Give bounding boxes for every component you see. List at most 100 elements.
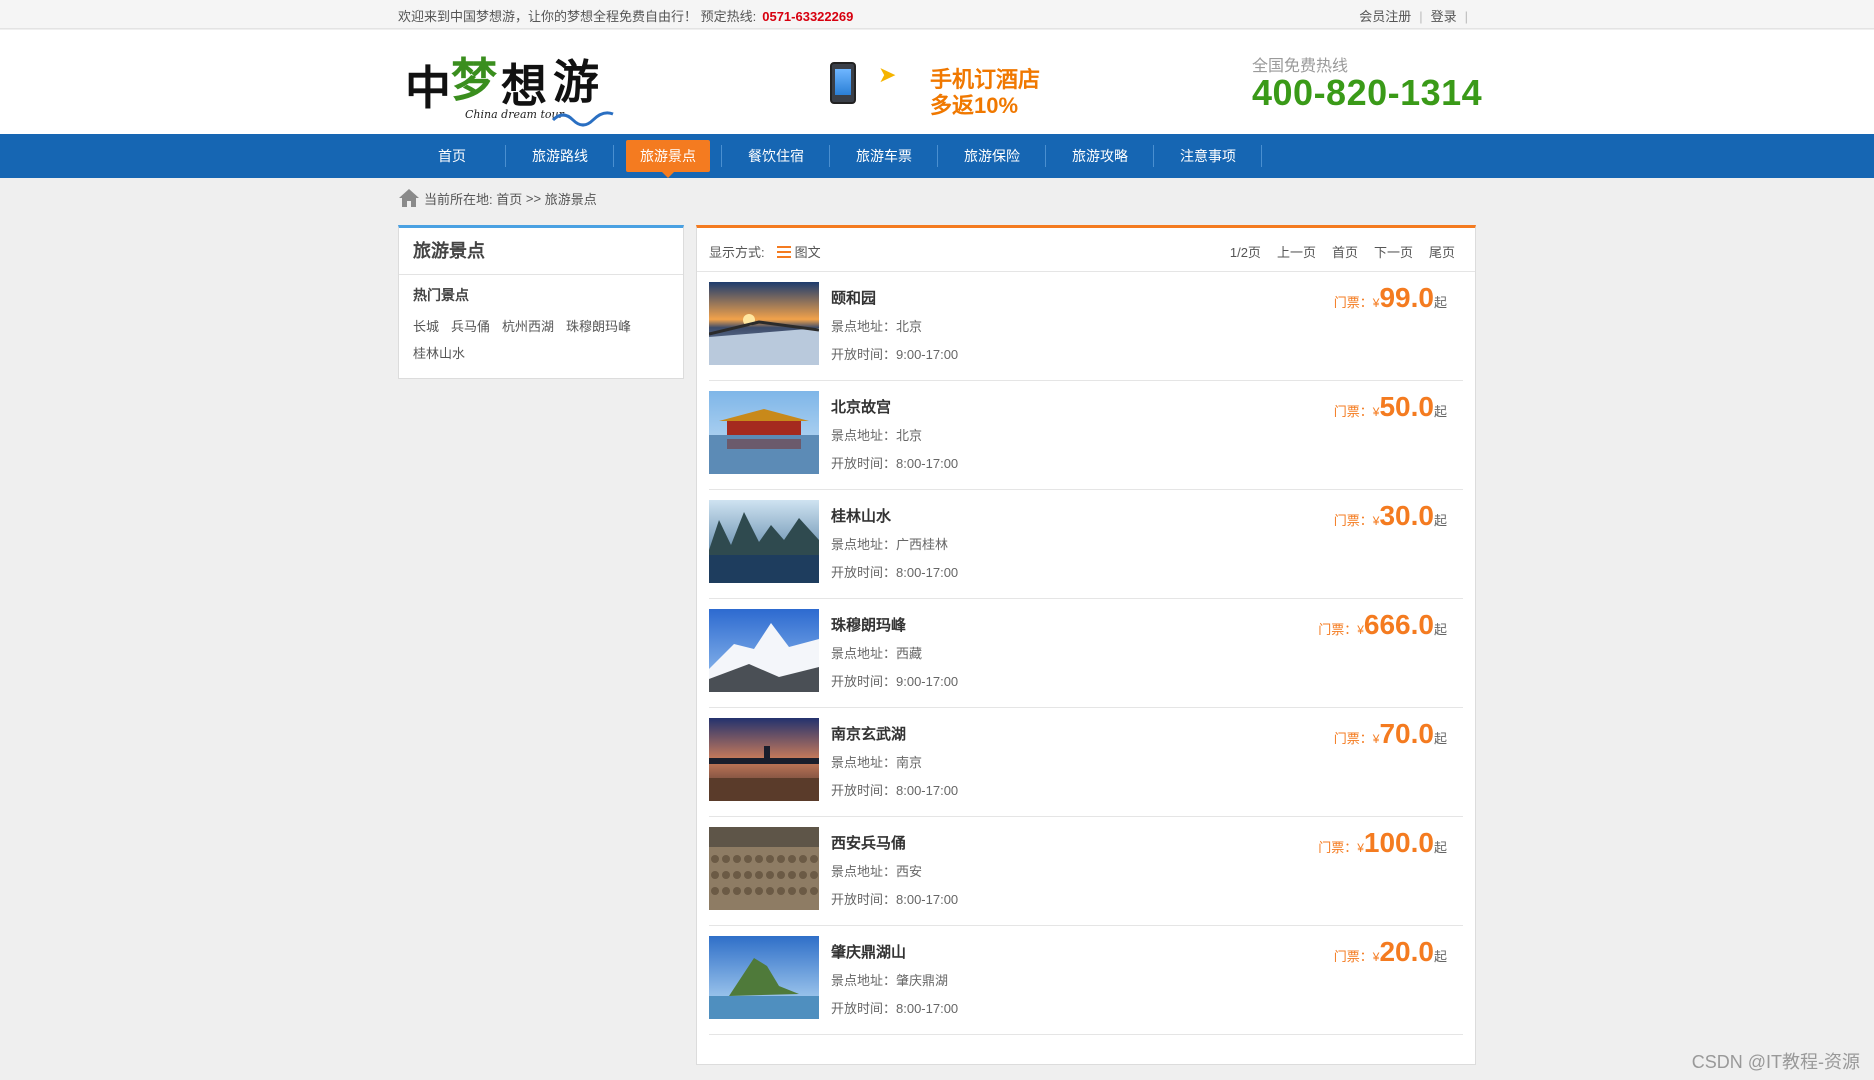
- price-currency: ¥: [1357, 623, 1364, 637]
- breadcrumb-home[interactable]: 首页: [496, 189, 522, 208]
- nav-item-label: 旅游景点: [626, 140, 710, 178]
- spot-address: 景点地址：南京: [831, 755, 923, 770]
- nav-item[interactable]: 旅游路线: [506, 134, 614, 178]
- nav-item[interactable]: 旅游保险: [938, 134, 1046, 178]
- login-link[interactable]: 登录: [1431, 9, 1457, 24]
- next-page-link[interactable]: 下一页: [1374, 242, 1413, 261]
- mobile-promo-banner[interactable]: ➤ 手机订酒店 多返10%: [820, 58, 1040, 118]
- nav-item[interactable]: 注意事项: [1154, 134, 1262, 178]
- spot-address: 景点地址：西安: [831, 864, 923, 879]
- booking-hotline: 0571-63322269: [762, 9, 854, 24]
- spot-hours: 开放时间：8:00-17:00: [831, 1001, 959, 1016]
- spot-list-item: 西安兵马俑 景点地址：西安 开放时间：8:00-17:00 门票：¥100.0起: [709, 817, 1463, 926]
- price-label: 门票：: [1318, 622, 1358, 637]
- price-suffix: 起: [1433, 949, 1447, 964]
- user-links: 会员注册 | 登录 |: [1359, 6, 1476, 25]
- main-nav: 首页 旅游路线 旅游景点 餐饮住宿 旅游车票 旅游保险 旅游攻略 注意事项: [0, 134, 1874, 178]
- price-suffix: 起: [1433, 622, 1447, 637]
- price-suffix: 起: [1433, 840, 1447, 855]
- price-value: 99.0: [1379, 282, 1434, 313]
- price-label: 门票：: [1333, 404, 1373, 419]
- price-suffix: 起: [1433, 731, 1447, 746]
- nav-item-label: 首页: [438, 148, 466, 164]
- breadcrumb-prefix: 当前所在地:: [424, 191, 493, 207]
- top-bar: 欢迎来到中国梦想游，让你的梦想全程免费自由行！ 预定热线: 0571-633222…: [0, 0, 1874, 29]
- page-info: 1/2页: [1229, 245, 1261, 260]
- phone-icon: [830, 62, 856, 104]
- nav-item[interactable]: 旅游景点: [614, 134, 722, 178]
- nav-item-label: 旅游路线: [532, 148, 588, 164]
- spot-list-item: 肇庆鼎湖山景点地址：肇庆鼎湖 开放时间：8:00-17:00 门票：¥20.0起: [709, 926, 1463, 1035]
- spot-hours: 开放时间：8:00-17:00: [831, 783, 959, 798]
- nav-item[interactable]: 旅游攻略: [1046, 134, 1154, 178]
- price-label: 门票：: [1318, 840, 1358, 855]
- welcome-message: 欢迎来到中国梦想游，让你的梦想全程免费自由行！ 预定热线:: [398, 9, 757, 24]
- spot-thumbnail[interactable]: [709, 500, 819, 583]
- price-value: 30.0: [1379, 500, 1434, 531]
- nav-item-label: 旅游保险: [964, 148, 1020, 164]
- spot-name-link[interactable]: 珠穆朗玛峰: [831, 614, 906, 635]
- spot-thumbnail[interactable]: [709, 282, 819, 365]
- register-link[interactable]: 会员注册: [1359, 9, 1411, 24]
- spot-thumbnail[interactable]: [709, 391, 819, 474]
- price-suffix: 起: [1433, 513, 1447, 528]
- link-separator: |: [1419, 9, 1423, 24]
- price-currency: ¥: [1357, 841, 1364, 855]
- spot-list-item: 北京故宫 景点地址：北京 开放时间：8:00-17:00 门票：¥50.0起: [709, 381, 1463, 490]
- nav-item-label: 注意事项: [1180, 148, 1236, 164]
- nav-item[interactable]: 旅游车票: [830, 134, 938, 178]
- spot-name-link[interactable]: 北京故宫: [831, 396, 891, 417]
- nav-item-label: 旅游车票: [856, 148, 912, 164]
- spot-address: 景点地址：西藏: [831, 646, 923, 661]
- price-value: 20.0: [1379, 936, 1434, 967]
- spot-address: 景点地址：肇庆鼎湖: [831, 973, 949, 988]
- spot-thumbnail[interactable]: [709, 609, 819, 692]
- spot-list: 颐和园 景点地址：北京 开放时间：9:00-17:00 门票：¥99.0起 北京故宫 景点…: [697, 272, 1475, 1035]
- spot-name-link[interactable]: 颐和园: [831, 287, 876, 308]
- spot-price: 门票：¥50.0起: [1334, 391, 1447, 423]
- spot-thumbnail[interactable]: [709, 936, 819, 1019]
- nav-item[interactable]: 首页: [398, 134, 506, 178]
- price-suffix: 起: [1433, 295, 1447, 310]
- hot-spot-tag[interactable]: 珠穆朗玛峰: [566, 313, 631, 340]
- nav-list: 首页 旅游路线 旅游景点 餐饮住宿 旅游车票 旅游保险 旅游攻略 注意事项: [398, 134, 1262, 178]
- spot-address: 景点地址：北京: [831, 428, 923, 443]
- link-separator: |: [1464, 9, 1468, 24]
- hot-spot-tag[interactable]: 杭州西湖: [502, 313, 554, 340]
- spot-hours: 开放时间：8:00-17:00: [831, 892, 959, 907]
- last-page-link[interactable]: 尾页: [1429, 242, 1455, 261]
- spot-name-link[interactable]: 桂林山水: [831, 505, 891, 526]
- site-header: 中 梦 想 游 China dream tour ➤ 手机订酒店 多返10% 全…: [0, 30, 1874, 134]
- spot-price: 门票：¥20.0起: [1334, 936, 1447, 968]
- nav-item-label: 旅游攻略: [1072, 148, 1128, 164]
- first-page-link[interactable]: 首页: [1332, 242, 1358, 261]
- spot-name-link[interactable]: 肇庆鼎湖山: [831, 941, 906, 962]
- price-value: 70.0: [1379, 718, 1434, 749]
- spot-hours: 开放时间：8:00-17:00: [831, 565, 959, 580]
- svg-text:想: 想: [501, 59, 547, 113]
- price-suffix: 起: [1433, 404, 1447, 419]
- svg-text:China dream tour: China dream tour: [465, 108, 565, 121]
- promo-line-2: 多返10%: [930, 93, 1019, 118]
- breadcrumb: 当前所在地: 首页 >> 旅游景点: [398, 186, 597, 210]
- prev-page-link[interactable]: 上一页: [1277, 242, 1316, 261]
- display-mode-value[interactable]: 图文: [795, 242, 821, 261]
- spot-thumbnail[interactable]: [709, 718, 819, 801]
- pagination: 1/2页 上一页 首页 下一页 尾页: [1230, 242, 1455, 261]
- list-view-icon[interactable]: [776, 245, 791, 258]
- spot-thumbnail[interactable]: [709, 827, 819, 910]
- spot-hours: 开放时间：9:00-17:00: [831, 347, 959, 362]
- hot-spot-tag[interactable]: 桂林山水: [413, 340, 465, 367]
- spot-list-item: 珠穆朗玛峰 景点地址：西藏 开放时间：9:00-17:00 门票：¥666.0起: [709, 599, 1463, 708]
- spot-list-item: 南京玄武湖 景点地址：南京 开放时间：8:00-17:00 门票：¥70.0起: [709, 708, 1463, 817]
- nav-item-label: 餐饮住宿: [748, 148, 804, 164]
- spot-name-link[interactable]: 南京玄武湖: [831, 723, 906, 744]
- spot-name-link[interactable]: 西安兵马俑: [831, 832, 906, 853]
- hot-spot-tag[interactable]: 兵马俑: [451, 313, 490, 340]
- price-label: 门票：: [1333, 513, 1373, 528]
- list-toolbar: 显示方式: 图文 1/2页 上一页 首页 下一页 尾页: [697, 228, 1475, 272]
- hot-spot-tag[interactable]: 长城: [413, 313, 439, 340]
- nav-item[interactable]: 餐饮住宿: [722, 134, 830, 178]
- site-logo[interactable]: 中 梦 想 游 China dream tour: [403, 48, 623, 128]
- price-value: 50.0: [1379, 391, 1434, 422]
